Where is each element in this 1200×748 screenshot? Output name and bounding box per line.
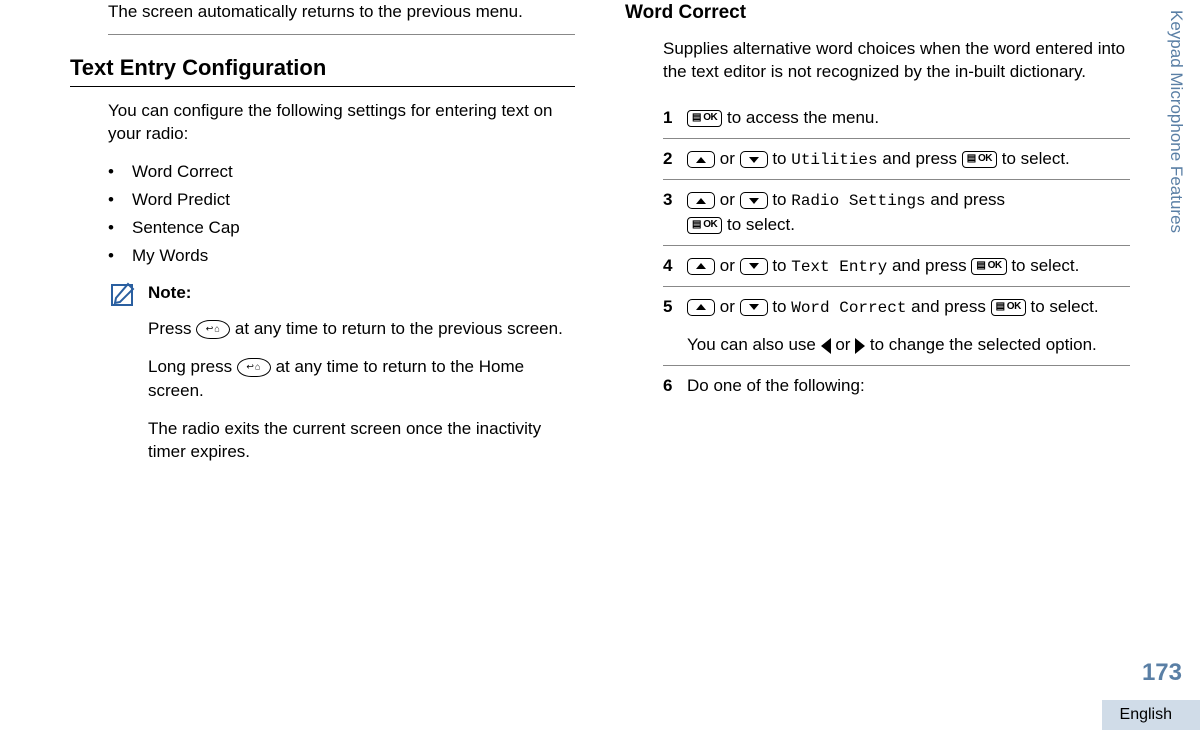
ok-key-icon: ▤ OK bbox=[971, 258, 1006, 275]
down-key-icon bbox=[740, 151, 768, 168]
ok-key-icon: ▤ OK bbox=[962, 151, 997, 168]
divider bbox=[108, 34, 575, 35]
page-number: 173 bbox=[1142, 656, 1182, 690]
menu-item-word-correct: Word Correct bbox=[791, 299, 906, 317]
menu-item-utilities: Utilities bbox=[791, 151, 877, 169]
text: to select. bbox=[1002, 149, 1070, 168]
text: or bbox=[720, 149, 740, 168]
ok-key-icon: ▤ OK bbox=[991, 299, 1026, 316]
step-5: 5 or to Word Correct and press ▤ OK to s… bbox=[625, 287, 1130, 365]
text: to bbox=[772, 256, 791, 275]
text: to select. bbox=[1011, 256, 1079, 275]
left-arrow-icon bbox=[821, 338, 831, 354]
step-2: 2 or to Utilities and press ▤ OK to sele… bbox=[625, 139, 1130, 179]
text: You can also use bbox=[687, 335, 821, 354]
note-icon bbox=[108, 281, 138, 311]
config-list: Word Correct Word Predict Sentence Cap M… bbox=[108, 160, 575, 267]
text: to change the selected option. bbox=[870, 335, 1097, 354]
text: to select. bbox=[727, 215, 795, 234]
menu-item-radio-settings: Radio Settings bbox=[791, 192, 925, 210]
text: at any time to return to the previous sc… bbox=[235, 319, 563, 338]
step-4: 4 or to Text Entry and press ▤ OK to sel… bbox=[625, 246, 1130, 286]
section-title: Text Entry Configuration bbox=[70, 53, 575, 87]
list-item: Word Predict bbox=[108, 188, 575, 212]
step-number: 5 bbox=[663, 295, 687, 357]
note-para-3: The radio exits the current screen once … bbox=[148, 417, 565, 465]
right-arrow-icon bbox=[855, 338, 865, 354]
step-3: 3 or to Radio Settings and press ▤ OK to… bbox=[625, 180, 1130, 244]
text: or bbox=[835, 335, 855, 354]
up-key-icon bbox=[687, 192, 715, 209]
back-home-key-icon: ↩⌂ bbox=[237, 358, 271, 377]
down-key-icon bbox=[740, 258, 768, 275]
config-intro: You can configure the following settings… bbox=[108, 99, 575, 147]
text: and press bbox=[911, 297, 990, 316]
text: or bbox=[720, 297, 740, 316]
text: Do one of the following: bbox=[687, 376, 865, 395]
text: to access the menu. bbox=[727, 108, 879, 127]
menu-item-text-entry: Text Entry bbox=[791, 258, 887, 276]
step-number: 4 bbox=[663, 254, 687, 278]
step-6: 6 Do one of the following: bbox=[625, 366, 1130, 406]
step-number: 3 bbox=[663, 188, 687, 236]
language-tab: English bbox=[1102, 700, 1200, 730]
text: to bbox=[772, 190, 791, 209]
back-home-key-icon: ↩⌂ bbox=[196, 320, 230, 339]
text: and press bbox=[930, 190, 1005, 209]
step-1: 1 ▤ OK to access the menu. bbox=[625, 98, 1130, 138]
note-label: Note: bbox=[148, 281, 565, 305]
down-key-icon bbox=[740, 192, 768, 209]
word-correct-intro: Supplies alternative word choices when t… bbox=[663, 37, 1130, 85]
note-para-2: Long press ↩⌂ at any time to return to t… bbox=[148, 355, 565, 403]
text: and press bbox=[882, 149, 961, 168]
list-item: Word Correct bbox=[108, 160, 575, 184]
prev-menu-text: The screen automatically returns to the … bbox=[108, 0, 575, 24]
step-number: 6 bbox=[663, 374, 687, 398]
text: or bbox=[720, 256, 740, 275]
text: or bbox=[720, 190, 740, 209]
text: Long press bbox=[148, 357, 237, 376]
text: and press bbox=[892, 256, 971, 275]
side-tab-label: Keypad Microphone Features bbox=[1164, 10, 1188, 233]
note-block: Note: Press ↩⌂ at any time to return to … bbox=[108, 281, 575, 478]
step-number: 1 bbox=[663, 106, 687, 130]
note-para-1: Press ↩⌂ at any time to return to the pr… bbox=[148, 317, 565, 341]
text: Press bbox=[148, 319, 196, 338]
up-key-icon bbox=[687, 151, 715, 168]
text: to select. bbox=[1031, 297, 1099, 316]
ok-key-icon: ▤ OK bbox=[687, 110, 722, 127]
text: to bbox=[772, 297, 791, 316]
ok-key-icon: ▤ OK bbox=[687, 217, 722, 234]
up-key-icon bbox=[687, 299, 715, 316]
down-key-icon bbox=[740, 299, 768, 316]
text: to bbox=[772, 149, 791, 168]
list-item: My Words bbox=[108, 244, 575, 268]
list-item: Sentence Cap bbox=[108, 216, 575, 240]
up-key-icon bbox=[687, 258, 715, 275]
step-number: 2 bbox=[663, 147, 687, 171]
subsection-title: Word Correct bbox=[625, 0, 1130, 27]
